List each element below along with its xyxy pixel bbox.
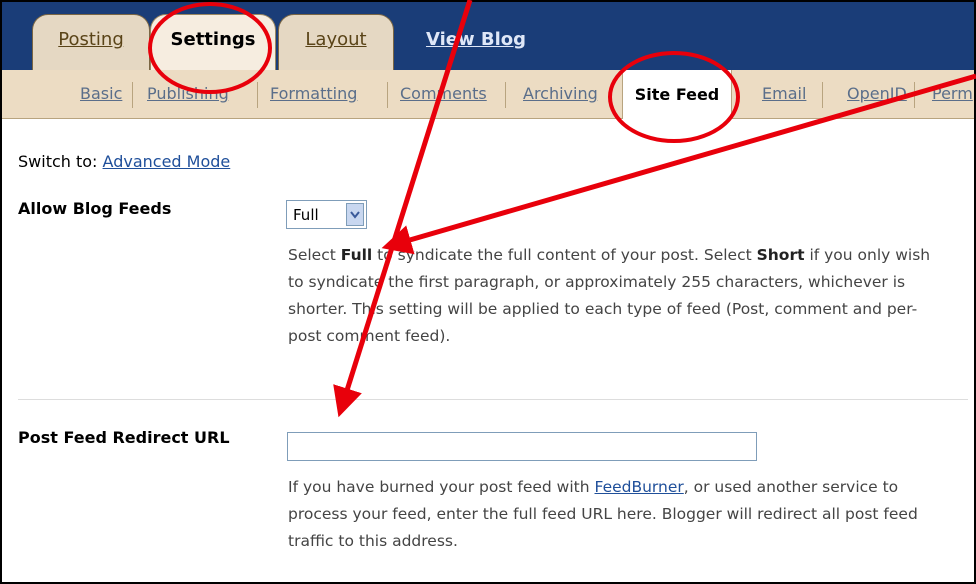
- blogger-settings-window: Posting Settings Layout View Blog Basic …: [0, 0, 976, 584]
- section-divider: [18, 399, 968, 400]
- subnav-basic[interactable]: Basic: [80, 84, 122, 103]
- subnav-site-feed-label: Site Feed: [634, 85, 720, 104]
- tab-view-blog[interactable]: View Blog: [412, 14, 540, 70]
- tab-posting[interactable]: Posting: [32, 14, 150, 70]
- subnav-divider: [257, 82, 258, 108]
- redirect-description: If you have burned your post feed with F…: [288, 474, 948, 555]
- switch-mode: Switch to: Advanced Mode: [18, 152, 230, 171]
- tab-settings[interactable]: Settings: [150, 14, 276, 70]
- allow-feeds-selected-value: Full: [293, 206, 319, 224]
- advanced-mode-link[interactable]: Advanced Mode: [103, 152, 231, 171]
- tab-layout-label: Layout: [305, 29, 367, 50]
- settings-content: Switch to: Advanced Mode Allow Blog Feed…: [2, 119, 974, 582]
- desc-text: Select: [288, 246, 341, 264]
- subnav-divider: [505, 82, 506, 108]
- subnav-divider: [822, 82, 823, 108]
- switch-mode-label: Switch to:: [18, 152, 98, 171]
- allow-blog-feeds-label: Allow Blog Feeds: [18, 199, 172, 218]
- subnav-divider: [914, 82, 915, 108]
- subnav-comments[interactable]: Comments: [400, 84, 487, 103]
- desc-bold-short: Short: [756, 246, 805, 264]
- post-feed-redirect-input[interactable]: [287, 432, 757, 461]
- desc-bold-full: Full: [340, 246, 373, 264]
- allow-feeds-select[interactable]: Full: [286, 200, 367, 229]
- subnav-divider: [132, 82, 133, 108]
- subnav-publishing[interactable]: Publishing: [147, 84, 229, 103]
- subnav-openid[interactable]: OpenID: [847, 84, 907, 103]
- desc-text: If you have burned your post feed with: [288, 478, 595, 496]
- post-feed-redirect-label: Post Feed Redirect URL: [18, 428, 230, 447]
- tab-layout[interactable]: Layout: [278, 14, 394, 70]
- allow-feeds-description: Select Full to syndicate the full conten…: [288, 242, 948, 350]
- subnav-permissions[interactable]: Perm: [932, 84, 973, 103]
- subnav-site-feed[interactable]: Site Feed: [622, 70, 732, 119]
- tab-settings-label: Settings: [170, 29, 256, 50]
- desc-text: to syndicate the full content of your po…: [372, 246, 757, 264]
- feedburner-link[interactable]: FeedBurner: [595, 478, 684, 496]
- chevron-down-icon[interactable]: [346, 203, 364, 226]
- subnav-email[interactable]: Email: [762, 84, 806, 103]
- subnav-archiving[interactable]: Archiving: [523, 84, 598, 103]
- subnav-formatting[interactable]: Formatting: [270, 84, 357, 103]
- tab-view-blog-label: View Blog: [425, 28, 527, 50]
- tab-posting-label: Posting: [58, 29, 124, 50]
- subnav-divider: [387, 82, 388, 108]
